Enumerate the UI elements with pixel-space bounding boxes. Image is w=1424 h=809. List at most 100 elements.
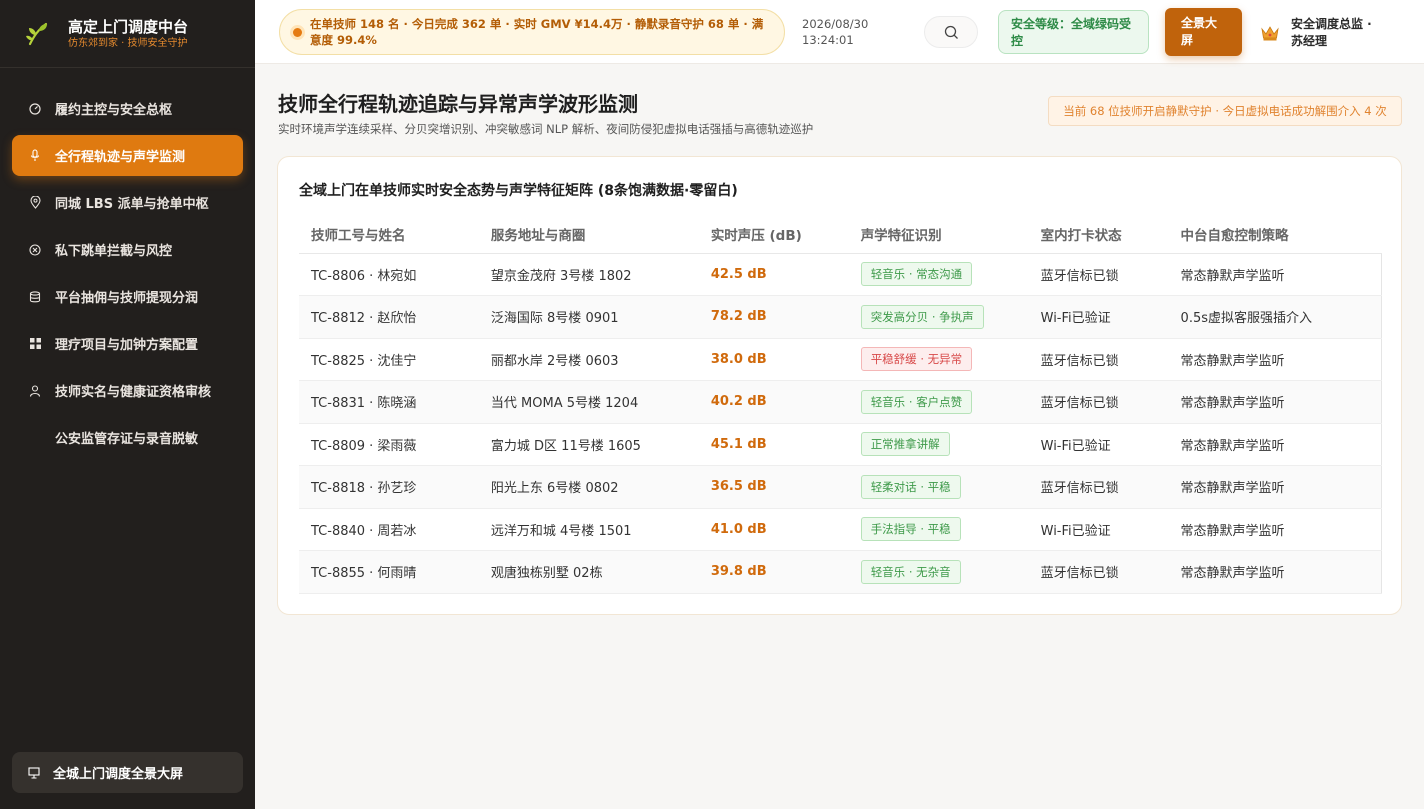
sidebar-item-label: 同城 LBS 派单与抢单中枢 <box>55 197 209 212</box>
sidebar-item-risk-control[interactable]: 私下跳单拦截与风控 <box>12 229 243 270</box>
checkin-cell: 蓝牙信标已锁 <box>1028 465 1169 509</box>
live-indicator-icon <box>293 28 302 37</box>
table-row[interactable]: TC-8809 · 梁雨薇 富力城 D区 11号楼 1605 45.1 dB 正… <box>299 423 1382 466</box>
feature-tag: 轻音乐 · 无杂音 <box>860 559 961 584</box>
location-pin-icon <box>28 196 42 210</box>
feature-tag: 突发高分贝 · 争执声 <box>860 304 984 329</box>
presentation-icon <box>28 766 40 779</box>
dashboard-icon <box>28 102 42 116</box>
search-icon <box>944 25 958 39</box>
column-header[interactable]: 声学特征识别 <box>848 215 1029 254</box>
checkin-cell: 蓝牙信标已锁 <box>1028 380 1169 424</box>
tech-cell: TC-8812 · 赵欣怡 <box>299 295 479 339</box>
decibel-cell: 36.5 dB <box>698 465 849 509</box>
tech-cell: TC-8809 · 梁雨薇 <box>299 423 479 466</box>
column-header[interactable]: 实时声压 (dB) <box>698 215 849 254</box>
user-name: 安全调度总监 · 苏经理 <box>1291 17 1372 48</box>
sidebar-item-label: 公安监管存证与录音脱敏 <box>55 432 199 447</box>
address-cell: 远洋万和城 4号楼 1501 <box>478 508 699 551</box>
decibel-cell: 78.2 dB <box>698 295 849 339</box>
decibel-cell: 45.1 dB <box>698 423 849 466</box>
tech-cell: TC-8825 · 沈佳宁 <box>299 338 479 381</box>
checkin-cell: Wi-Fi已验证 <box>1028 295 1169 339</box>
address-cell: 阳光上东 6号楼 0802 <box>478 465 699 509</box>
table-row[interactable]: TC-8806 · 林宛如 望京金茂府 3号楼 1802 42.5 dB 轻音乐… <box>299 253 1382 296</box>
strategy-cell: 常态静默声学监听 <box>1168 465 1382 509</box>
grid-icon <box>28 337 42 351</box>
feature-tag: 轻音乐 · 客户点赞 <box>860 389 973 414</box>
strategy-cell: 常态静默声学监听 <box>1168 338 1382 381</box>
feature-tag: 正常推拿讲解 <box>860 432 950 457</box>
decibel-cell: 42.5 dB <box>698 253 849 296</box>
column-header[interactable]: 中台自愈控制策略 <box>1168 215 1382 254</box>
card-title: 全域上门在单技师实时安全态势与声学特征矩阵 (8条饱满数据·零留白) <box>299 183 738 199</box>
brand: 高定上门调度中台 仿东郊到家 · 技师安全守护 <box>0 0 255 68</box>
sidebar-item-label: 全行程轨迹与声学监测 <box>55 150 186 165</box>
strategy-cell: 常态静默声学监听 <box>1168 253 1382 296</box>
user-profile[interactable]: 安全调度总监 · 苏经理 <box>1260 16 1377 50</box>
fullscreen-dashboard-button[interactable]: 全城上门调度全景大屏 <box>12 752 243 793</box>
fullscreen-dashboard-label: 全城上门调度全景大屏 <box>53 767 184 782</box>
sidebar-item-label: 技师实名与健康证资格审核 <box>55 385 212 400</box>
table-row[interactable]: TC-8831 · 陈晓涵 当代 MOMA 5号楼 1204 40.2 dB 轻… <box>299 380 1382 424</box>
search-button[interactable] <box>924 16 978 48</box>
feature-tag: 轻柔对话 · 平稳 <box>860 474 961 499</box>
table-row[interactable]: TC-8855 · 何雨晴 观唐独栋别墅 02栋 39.8 dB 轻音乐 · 无… <box>299 550 1382 594</box>
user-icon <box>28 384 42 398</box>
leaf-logo-icon <box>26 22 48 45</box>
tech-cell: TC-8855 · 何雨晴 <box>299 550 479 594</box>
column-header[interactable]: 服务地址与商圈 <box>478 215 699 254</box>
sidebar-item-therapy-config[interactable]: 理疗项目与加钟方案配置 <box>12 323 243 364</box>
time-text: 13:24:01 <box>802 33 854 47</box>
strategy-cell: 常态静默声学监听 <box>1168 423 1382 466</box>
strategy-cell: 常态静默声学监听 <box>1168 550 1382 594</box>
address-cell: 富力城 D区 11号楼 1605 <box>478 423 699 466</box>
tech-cell: TC-8840 · 周若冰 <box>299 508 479 551</box>
address-cell: 丽都水岸 2号楼 0603 <box>478 338 699 381</box>
database-icon <box>28 290 42 304</box>
decibel-cell: 39.8 dB <box>698 550 849 594</box>
sidebar-item-label: 理疗项目与加钟方案配置 <box>55 338 199 353</box>
sidebar-item-trajectory[interactable]: 全行程轨迹与声学监测 <box>12 135 243 176</box>
datetime: 2026/08/30 13:24:01 <box>802 16 868 48</box>
sidebar-item-commission[interactable]: 平台抽佣与技师提现分润 <box>12 276 243 317</box>
top-header: 在单技师 148 名 · 今日完成 362 单 · 实时 GMV ¥14.4万 … <box>255 0 1424 64</box>
decibel-cell: 40.2 dB <box>698 380 849 424</box>
table-row[interactable]: TC-8825 · 沈佳宁 丽都水岸 2号楼 0603 38.0 dB 平稳舒缓… <box>299 338 1382 381</box>
sidebar-item-label: 私下跳单拦截与风控 <box>55 244 173 259</box>
decibel-cell: 41.0 dB <box>698 508 849 551</box>
block-icon <box>28 243 42 257</box>
ticker-text: 在单技师 148 名 · 今日完成 362 单 · 实时 GMV ¥14.4万 … <box>310 17 764 47</box>
checkin-cell: 蓝牙信标已锁 <box>1028 338 1169 381</box>
technician-monitor-table: 技师工号与姓名 服务地址与商圈 实时声压 (dB) 声学特征识别 室内打卡状态 … <box>299 215 1382 594</box>
monitoring-card: 全域上门在单技师实时安全态势与声学特征矩阵 (8条饱满数据·零留白) 技师工号与… <box>277 156 1402 615</box>
sidebar: 高定上门调度中台 仿东郊到家 · 技师安全守护 履约主控与安全总枢 全行程轨迹与… <box>0 0 255 809</box>
safety-level-badge: 安全等级：全域绿码受控 <box>998 10 1149 54</box>
checkin-cell: Wi-Fi已验证 <box>1028 508 1169 551</box>
column-header[interactable]: 室内打卡状态 <box>1028 215 1169 254</box>
address-cell: 当代 MOMA 5号楼 1204 <box>478 380 699 424</box>
sidebar-item-lbs-dispatch[interactable]: 同城 LBS 派单与抢单中枢 <box>12 182 243 223</box>
overview-screen-button[interactable]: 全景大屏 <box>1165 8 1242 56</box>
address-cell: 观唐独栋别墅 02栋 <box>478 550 699 594</box>
sidebar-item-label: 履约主控与安全总枢 <box>55 103 173 118</box>
table-header-row: 技师工号与姓名 服务地址与商圈 实时声压 (dB) 声学特征识别 室内打卡状态 … <box>299 215 1382 254</box>
feature-tag: 轻音乐 · 常态沟通 <box>860 262 973 287</box>
date-text: 2026/08/30 <box>802 17 869 31</box>
sidebar-item-fulfillment[interactable]: 履约主控与安全总枢 <box>12 88 243 129</box>
checkin-cell: 蓝牙信标已锁 <box>1028 253 1169 296</box>
column-header[interactable]: 技师工号与姓名 <box>299 215 479 254</box>
feature-tag: 平稳舒缓 · 无异常 <box>860 347 973 372</box>
checkin-cell: 蓝牙信标已锁 <box>1028 550 1169 594</box>
page-subtitle: 实时环境声学连续采样、分贝突增识别、冲突敏感词 NLP 解析、夜间防侵犯虚拟电话… <box>278 122 814 136</box>
sidebar-item-police-evidence[interactable]: 公安监管存证与录音脱敏 <box>12 417 243 458</box>
table-row[interactable]: TC-8840 · 周若冰 远洋万和城 4号楼 1501 41.0 dB 手法指… <box>299 508 1382 551</box>
table-row[interactable]: TC-8812 · 赵欣怡 泛海国际 8号楼 0901 78.2 dB 突发高分… <box>299 295 1382 339</box>
strategy-cell: 0.5s虚拟客服强插介入 <box>1168 295 1382 339</box>
feature-tag: 手法指导 · 平稳 <box>860 517 961 542</box>
table-row[interactable]: TC-8818 · 孙艺珍 阳光上东 6号楼 0802 36.5 dB 轻柔对话… <box>299 465 1382 509</box>
page-title: 技师全行程轨迹追踪与异常声学波形监测 <box>278 92 638 116</box>
decibel-cell: 38.0 dB <box>698 338 849 381</box>
tech-cell: TC-8818 · 孙艺珍 <box>299 465 479 509</box>
sidebar-item-verification[interactable]: 技师实名与健康证资格审核 <box>12 370 243 411</box>
